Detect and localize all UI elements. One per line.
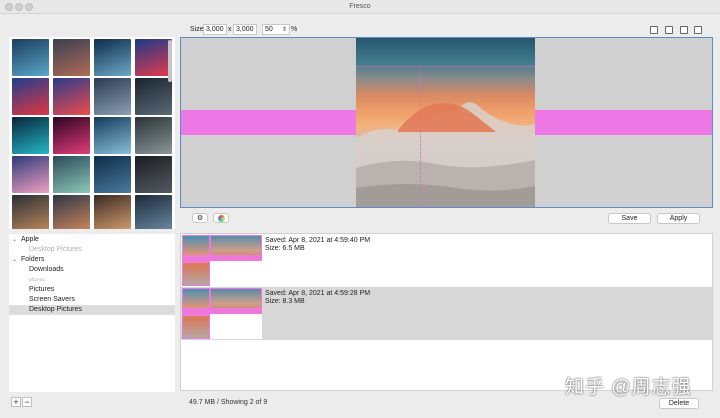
- tile-screens-icon[interactable]: [665, 26, 673, 34]
- times-label: x: [228, 26, 232, 33]
- wallpaper-thumbnail[interactable]: [12, 78, 49, 115]
- history-list: Saved: Apr 8, 2021 at 4:59:40 PM Size: 6…: [180, 233, 713, 391]
- source-item-pics-uc[interactable]: pics-uc: [9, 275, 175, 285]
- app-window: Fresco Size 3,000 x 3,000 50 ⇕ % ⚙ Save …: [0, 0, 720, 418]
- single-screen-icon[interactable]: [650, 26, 658, 34]
- status-text: 49.7 MB / Showing 2 of 9: [189, 399, 268, 406]
- source-item-screen-savers[interactable]: Screen Savers: [9, 295, 175, 305]
- percent-label: %: [291, 26, 298, 33]
- wallpaper-thumbnail[interactable]: [53, 117, 90, 154]
- wallpaper-thumbnail[interactable]: [12, 156, 49, 193]
- width-field[interactable]: 3,000: [203, 24, 227, 35]
- history-size: Size: 6.5 MB: [265, 245, 305, 252]
- delete-button[interactable]: Delete: [659, 398, 699, 409]
- history-thumbnail: [182, 235, 262, 286]
- color-wheel-icon: [218, 215, 225, 222]
- wallpaper-thumbnail[interactable]: [94, 39, 131, 76]
- history-size: Size: 8.3 MB: [265, 298, 305, 305]
- wallpaper-thumbnail[interactable]: [94, 195, 131, 229]
- wallpaper-thumbnail[interactable]: [94, 117, 131, 154]
- wallpaper-thumbnail[interactable]: [135, 195, 172, 229]
- history-thumbnail: [182, 288, 262, 339]
- source-label: Apple: [21, 236, 39, 243]
- wallpaper-thumbnail[interactable]: [53, 156, 90, 193]
- save-button[interactable]: Save: [608, 213, 651, 224]
- wallpaper-thumbnail[interactable]: [12, 117, 49, 154]
- source-item-desktop-pictures[interactable]: Desktop Pictures: [9, 305, 175, 315]
- screen-settings-icon[interactable]: [680, 26, 688, 34]
- left-screen-band: [181, 110, 356, 135]
- wallpaper-thumbnail[interactable]: [53, 78, 90, 115]
- wallpaper-thumbnail[interactable]: [94, 156, 131, 193]
- window-title: Fresco: [349, 3, 371, 10]
- thumbnail-scrollbar[interactable]: [168, 40, 172, 82]
- wallpaper-thumbnail[interactable]: [135, 156, 172, 193]
- source-label: Pictures: [29, 286, 55, 293]
- title-bar: Fresco: [0, 0, 720, 14]
- color-picker-button[interactable]: [213, 213, 229, 223]
- source-list: ⌄ Apple Desktop Pictures ⌄ Folders Downl…: [9, 234, 175, 392]
- wallpaper-thumbnail[interactable]: [135, 39, 172, 76]
- add-source-button[interactable]: +: [11, 397, 21, 407]
- history-row[interactable]: Saved: Apr 8, 2021 at 4:59:40 PM Size: 6…: [181, 234, 712, 287]
- chevron-updown-icon: ⇕: [281, 27, 287, 33]
- wallpaper-thumbnail[interactable]: [53, 39, 90, 76]
- disclosure-triangle-icon[interactable]: ⌄: [12, 255, 17, 265]
- source-label: Folders: [21, 256, 45, 263]
- watermark: 知乎 @周志强: [565, 377, 692, 398]
- document-icon[interactable]: [694, 26, 702, 34]
- gear-icon: ⚙: [196, 215, 204, 222]
- apply-button[interactable]: Apply: [657, 213, 700, 224]
- size-label: Size: [190, 26, 204, 33]
- wallpaper-thumbnail[interactable]: [12, 39, 49, 76]
- source-label: Desktop Pictures: [29, 306, 82, 313]
- crop-guide-vertical: [420, 66, 421, 207]
- source-label: Screen Savers: [29, 296, 75, 303]
- gear-menu-button[interactable]: ⚙: [192, 213, 208, 223]
- remove-source-button[interactable]: −: [22, 397, 32, 407]
- thumbnail-grid: [9, 37, 175, 229]
- wallpaper-thumbnail[interactable]: [94, 78, 131, 115]
- zoom-select[interactable]: 50 ⇕: [262, 24, 290, 35]
- source-group-apple[interactable]: ⌄ Apple: [9, 235, 175, 245]
- wallpaper-thumbnail[interactable]: [135, 78, 172, 115]
- height-field[interactable]: 3,000: [233, 24, 257, 35]
- wallpaper-thumbnail[interactable]: [12, 195, 49, 229]
- wallpaper-thumbnail[interactable]: [53, 195, 90, 229]
- right-screen-band: [535, 110, 712, 135]
- source-label: Downloads: [29, 266, 64, 273]
- source-group-folders[interactable]: ⌄ Folders: [9, 255, 175, 265]
- source-item-desktop-pictures-apple[interactable]: Desktop Pictures: [9, 245, 175, 255]
- source-label: pics-uc: [29, 277, 45, 283]
- crop-guide-top: [356, 66, 535, 67]
- wallpaper-thumbnail[interactable]: [135, 117, 172, 154]
- source-item-pictures[interactable]: Pictures: [9, 285, 175, 295]
- source-item-downloads[interactable]: Downloads: [9, 265, 175, 275]
- zoom-value: 50: [265, 26, 273, 33]
- disclosure-triangle-icon[interactable]: ⌄: [12, 235, 17, 245]
- source-label: Desktop Pictures: [29, 246, 82, 253]
- wallpaper-preview[interactable]: [180, 37, 713, 208]
- preview-image: [356, 38, 535, 207]
- history-row[interactable]: Saved: Apr 8, 2021 at 4:59:28 PM Size: 8…: [181, 287, 712, 340]
